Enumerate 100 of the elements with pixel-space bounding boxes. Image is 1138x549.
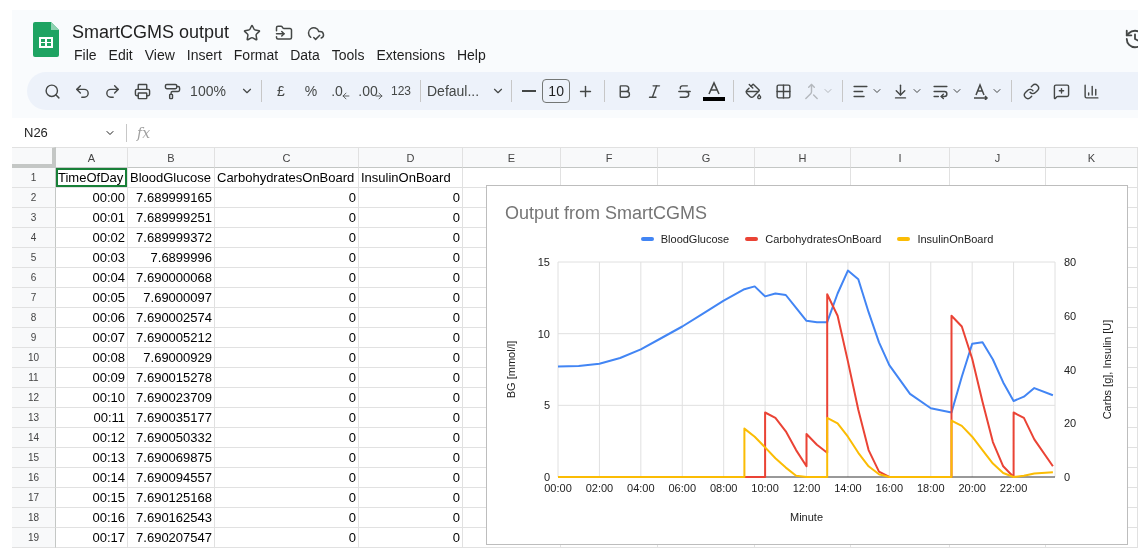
table-cell[interactable]: 00:04 [56, 268, 128, 288]
table-cell[interactable]: 0 [215, 188, 359, 208]
menu-item[interactable]: Tools [329, 47, 372, 63]
star-icon[interactable] [243, 23, 262, 42]
column-header[interactable]: F [561, 147, 658, 168]
table-cell[interactable]: 00:06 [56, 308, 128, 328]
table-cell[interactable]: 7.69000929 [128, 348, 215, 368]
table-cell[interactable]: 7.690035177 [128, 408, 215, 428]
increase-decimal-button[interactable]: .00 [356, 76, 386, 106]
table-cell[interactable]: 00:09 [56, 368, 128, 388]
table-cell[interactable]: 7.69000097 [128, 288, 215, 308]
table-cell[interactable]: 7.690094557 [128, 468, 215, 488]
decrease-decimal-button[interactable]: .0 [326, 76, 356, 106]
row-header[interactable]: 10 [12, 348, 56, 368]
font-dropdown[interactable]: Defaul... [425, 76, 508, 106]
table-cell[interactable]: 0 [359, 348, 463, 368]
menu-item[interactable]: View [142, 47, 182, 63]
table-cell[interactable]: 00:03 [56, 248, 128, 268]
row-header[interactable]: 7 [12, 288, 56, 308]
row-header[interactable]: 9 [12, 328, 56, 348]
table-cell[interactable]: 0 [359, 388, 463, 408]
table-cell[interactable]: 0 [359, 228, 463, 248]
table-cell[interactable]: 0 [215, 528, 359, 548]
column-header[interactable]: B [128, 147, 215, 168]
table-cell[interactable]: 0 [359, 288, 463, 308]
table-cell[interactable]: 0 [215, 308, 359, 328]
percent-button[interactable]: % [296, 76, 326, 106]
row-header[interactable]: 6 [12, 268, 56, 288]
column-header[interactable]: D [359, 147, 463, 168]
row-header[interactable]: 13 [12, 408, 56, 428]
column-header[interactable]: A [56, 147, 128, 168]
row-header[interactable]: 1 [12, 168, 56, 188]
table-cell[interactable]: 0 [215, 288, 359, 308]
table-cell[interactable]: 00:11 [56, 408, 128, 428]
column-header[interactable]: H [755, 147, 851, 168]
table-cell[interactable]: InsulinOnBoard [359, 168, 463, 188]
table-cell[interactable]: 0 [215, 248, 359, 268]
zoom-dropdown[interactable]: 100% [187, 76, 257, 106]
row-header[interactable]: 4 [12, 228, 56, 248]
table-cell[interactable]: 0 [359, 408, 463, 428]
row-header[interactable]: 8 [12, 308, 56, 328]
table-cell[interactable]: CarbohydratesOnBoard [215, 168, 359, 188]
table-cell[interactable]: 0 [359, 308, 463, 328]
table-cell[interactable]: 7.690069875 [128, 448, 215, 468]
table-cell[interactable]: 0 [359, 328, 463, 348]
table-cell[interactable]: 00:01 [56, 208, 128, 228]
menu-item[interactable]: Insert [184, 47, 229, 63]
move-folder-icon[interactable] [275, 23, 294, 42]
table-cell[interactable]: 0 [215, 328, 359, 348]
menu-item[interactable]: Data [288, 47, 327, 63]
table-cell[interactable]: 0 [359, 188, 463, 208]
table-cell[interactable]: 7.689999251 [128, 208, 215, 228]
table-cell[interactable]: 00:10 [56, 388, 128, 408]
menu-item[interactable]: Extensions [374, 47, 452, 63]
column-header[interactable]: J [950, 147, 1046, 168]
table-cell[interactable]: 00:13 [56, 448, 128, 468]
table-cell[interactable]: 7.690162543 [128, 508, 215, 528]
row-header[interactable]: 11 [12, 368, 56, 388]
table-cell[interactable]: 00:12 [56, 428, 128, 448]
table-cell[interactable]: 0 [359, 468, 463, 488]
table-cell[interactable]: 0 [215, 448, 359, 468]
table-cell[interactable]: 7.690000068 [128, 268, 215, 288]
table-cell[interactable]: 0 [215, 468, 359, 488]
table-cell[interactable]: 00:14 [56, 468, 128, 488]
row-header[interactable]: 5 [12, 248, 56, 268]
table-cell[interactable]: 7.6899996 [128, 248, 215, 268]
row-header[interactable]: 15 [12, 448, 56, 468]
table-cell[interactable]: 0 [359, 448, 463, 468]
name-box[interactable]: N26 [12, 123, 127, 142]
table-cell[interactable]: 00:08 [56, 348, 128, 368]
table-cell[interactable]: 7.690125168 [128, 488, 215, 508]
currency-button[interactable]: £ [266, 76, 296, 106]
table-cell[interactable]: 00:05 [56, 288, 128, 308]
table-cell[interactable]: 7.689999372 [128, 228, 215, 248]
table-cell[interactable]: 7.690002574 [128, 308, 215, 328]
table-cell[interactable]: 0 [359, 528, 463, 548]
column-header[interactable]: I [851, 147, 950, 168]
column-header[interactable]: E [463, 147, 561, 168]
table-cell[interactable]: 0 [215, 428, 359, 448]
row-header[interactable]: 16 [12, 468, 56, 488]
table-cell[interactable]: 0 [359, 508, 463, 528]
menu-item[interactable]: File [72, 47, 104, 63]
table-cell[interactable]: 0 [215, 508, 359, 528]
table-cell[interactable]: 00:00 [56, 188, 128, 208]
table-cell[interactable]: 00:02 [56, 228, 128, 248]
table-cell[interactable]: 0 [359, 248, 463, 268]
row-header[interactable]: 19 [12, 528, 56, 548]
table-cell[interactable]: 7.689999165 [128, 188, 215, 208]
table-cell[interactable]: BloodGlucose [128, 168, 215, 188]
table-cell[interactable]: 0 [359, 368, 463, 388]
table-cell[interactable]: 0 [359, 208, 463, 228]
table-cell[interactable]: 7.690005212 [128, 328, 215, 348]
table-cell[interactable]: 0 [215, 368, 359, 388]
table-cell[interactable]: 0 [359, 268, 463, 288]
table-cell[interactable]: 0 [215, 408, 359, 428]
column-header[interactable]: C [215, 147, 359, 168]
column-header[interactable]: G [658, 147, 755, 168]
table-cell[interactable]: 00:17 [56, 528, 128, 548]
table-cell[interactable]: 7.690023709 [128, 388, 215, 408]
row-header[interactable]: 18 [12, 508, 56, 528]
